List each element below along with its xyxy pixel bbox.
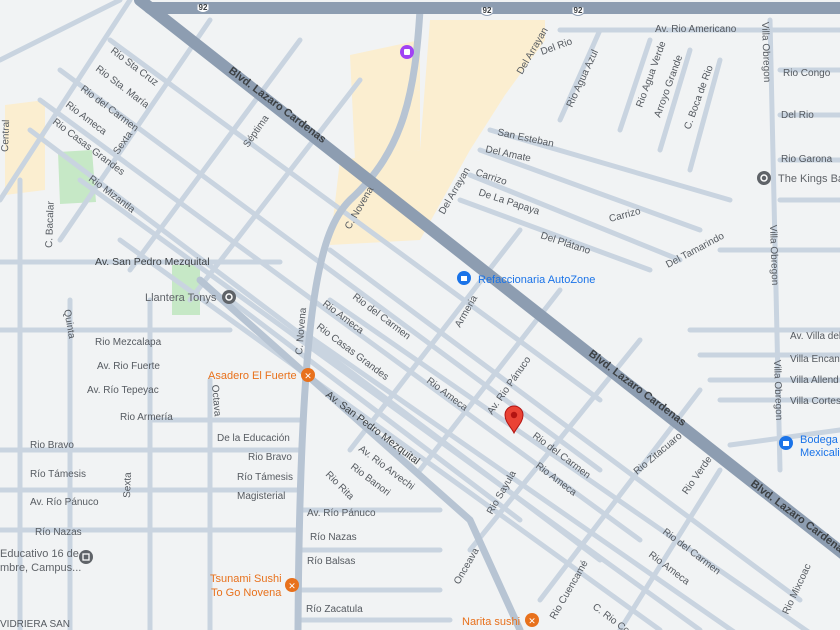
poi-label: Llantera Tonys [145, 292, 217, 304]
svg-text:92: 92 [199, 3, 208, 12]
store-icon [461, 276, 467, 281]
street-label: Rio Garona [781, 154, 833, 165]
poi-bodega[interactable]: Bodega Mexicali [779, 434, 840, 459]
poi-label: Mexicali [800, 447, 840, 459]
street-label: De la Educación [217, 433, 290, 444]
route-shield-icon: 92 [480, 6, 494, 16]
route-shield-icon: 92 [571, 6, 585, 16]
street-label: C. Bacalar [44, 200, 57, 248]
street-label: Río Zacatula [306, 604, 363, 615]
street-label: Río Nazas [35, 527, 82, 538]
poi-label: Asadero El Fuerte [208, 370, 297, 382]
poi-label: Refaccionaria AutoZone [478, 274, 595, 286]
map-layer[interactable]: 92 92 92 Blvd. Lazaro Cardenas Blvd. Laz… [0, 0, 840, 630]
svg-text:92: 92 [574, 6, 583, 15]
map-canvas[interactable]: 92 92 92 Blvd. Lazaro Cardenas Blvd. Laz… [0, 0, 840, 630]
poi-narita-sushi[interactable]: Narita sushi ✕ [462, 613, 539, 628]
route-shield-icon: 92 [196, 3, 210, 13]
street-label: Quinta [61, 309, 77, 340]
poi-label: Tsunami Sushi [210, 573, 282, 585]
restaurant-icon: ✕ [288, 582, 296, 592]
street-label: Rio Rita [323, 469, 356, 502]
street-label: Río Támesis [237, 472, 293, 483]
street-label: Av. Río Tepeyac [87, 385, 159, 396]
street-label: Onceava [452, 546, 482, 587]
street-label: Av. Villa del [790, 331, 840, 342]
street-label: San Esteban [496, 127, 554, 150]
street-label: Villa Obregon [767, 225, 780, 286]
street-label: Av. Río Pánuco [30, 497, 99, 508]
map-pin-icon[interactable] [504, 405, 524, 435]
poi-autozone[interactable]: Refaccionaria AutoZone [457, 271, 595, 286]
street-label: Del Tamarindo [664, 231, 726, 271]
street-label: Sexta [122, 472, 134, 498]
street-label: Rio Mezcalapa [95, 337, 162, 348]
poi-label: The Kings Ba [778, 173, 840, 185]
store-icon [783, 441, 789, 446]
street-label: Rio Cuencamé [548, 558, 591, 621]
street-label: Del Plátano [539, 230, 592, 257]
street-label: Av. San Pedro Mezquital [95, 256, 210, 268]
poi-label: Narita sushi [462, 616, 520, 628]
poi-label: Bodega [800, 434, 839, 446]
restaurant-icon: ✕ [528, 617, 536, 627]
poi-tsunami-sushi[interactable]: Tsunami Sushi To Go Novena ✕ [210, 573, 299, 599]
street-label: Rio Zitacuaro [632, 430, 685, 477]
street-label: Rio Agua Azul [565, 48, 601, 109]
street-label: Rio Bravo [30, 440, 74, 451]
street-label: Villa Allend [790, 375, 839, 386]
poi-shopping[interactable] [400, 45, 414, 59]
street-label: Séptima [241, 113, 271, 150]
street-label: Río Támesis [30, 469, 86, 480]
street-label: Av. Río Pánuco [307, 508, 376, 519]
svg-text:92: 92 [483, 6, 492, 15]
poi-label: Educativo 16 de [0, 548, 79, 560]
street-label: Del Rio [781, 110, 814, 121]
poi-school[interactable]: Educativo 16 de mbre, Campus... [0, 548, 93, 574]
street-label: Carrizo [608, 206, 642, 225]
poi-label: To Go Novena [211, 587, 282, 599]
street-label: Río Balsas [307, 556, 355, 567]
poi-label: VIDRIERA SAN [0, 619, 70, 630]
street-label: Villa Obregon [771, 360, 784, 421]
poi-the-kings[interactable]: The Kings Ba [757, 171, 840, 185]
street-label: Rio Armería [120, 412, 173, 423]
street-label: Magisterial [237, 491, 285, 502]
parks [58, 150, 200, 315]
street-label: Central [0, 119, 12, 152]
street-label: Av. Rio Fuerte [97, 361, 160, 372]
street-label: Rio Congo [783, 68, 831, 79]
street-label: Rio Bravo [248, 452, 292, 463]
street-label: Río Nazas [310, 532, 357, 543]
shopping-icon [404, 49, 410, 55]
poi-label: mbre, Campus... [0, 562, 81, 574]
street-label: Villa Obregon [759, 22, 772, 83]
restaurant-icon: ✕ [304, 372, 312, 382]
street-label: Villa Cortes [790, 396, 840, 407]
street-label: Villa Encant [790, 354, 840, 365]
street-label: Av. Rio Americano [655, 24, 737, 35]
